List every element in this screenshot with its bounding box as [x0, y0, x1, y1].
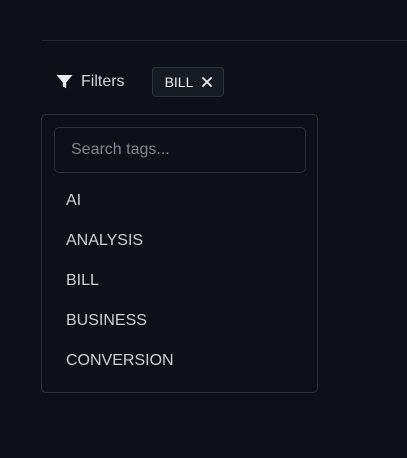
active-tag-chip: BILL [151, 67, 225, 97]
close-icon[interactable] [202, 77, 213, 87]
tag-dropdown: AI ANALYSIS BILL BUSINESS CONVERSION [41, 114, 318, 393]
header-divider [42, 40, 407, 41]
filters-bar: Filters BILL [56, 66, 225, 98]
active-tag-label: BILL [164, 74, 194, 90]
tag-option-ai[interactable]: AI [42, 181, 317, 221]
tag-option-analysis[interactable]: ANALYSIS [42, 221, 317, 261]
tag-option-bill[interactable]: BILL [42, 261, 317, 301]
tag-options-list: AI ANALYSIS BILL BUSINESS CONVERSION [42, 181, 317, 381]
filters-button[interactable]: Filters [56, 66, 125, 98]
filter-icon [56, 74, 73, 90]
tag-option-business[interactable]: BUSINESS [42, 301, 317, 341]
page: Filters BILL AI ANALYSIS BILL BUSINESS C… [0, 0, 407, 458]
search-tags-input[interactable] [54, 127, 306, 173]
tag-option-conversion[interactable]: CONVERSION [42, 341, 317, 381]
filters-label: Filters [81, 73, 125, 90]
